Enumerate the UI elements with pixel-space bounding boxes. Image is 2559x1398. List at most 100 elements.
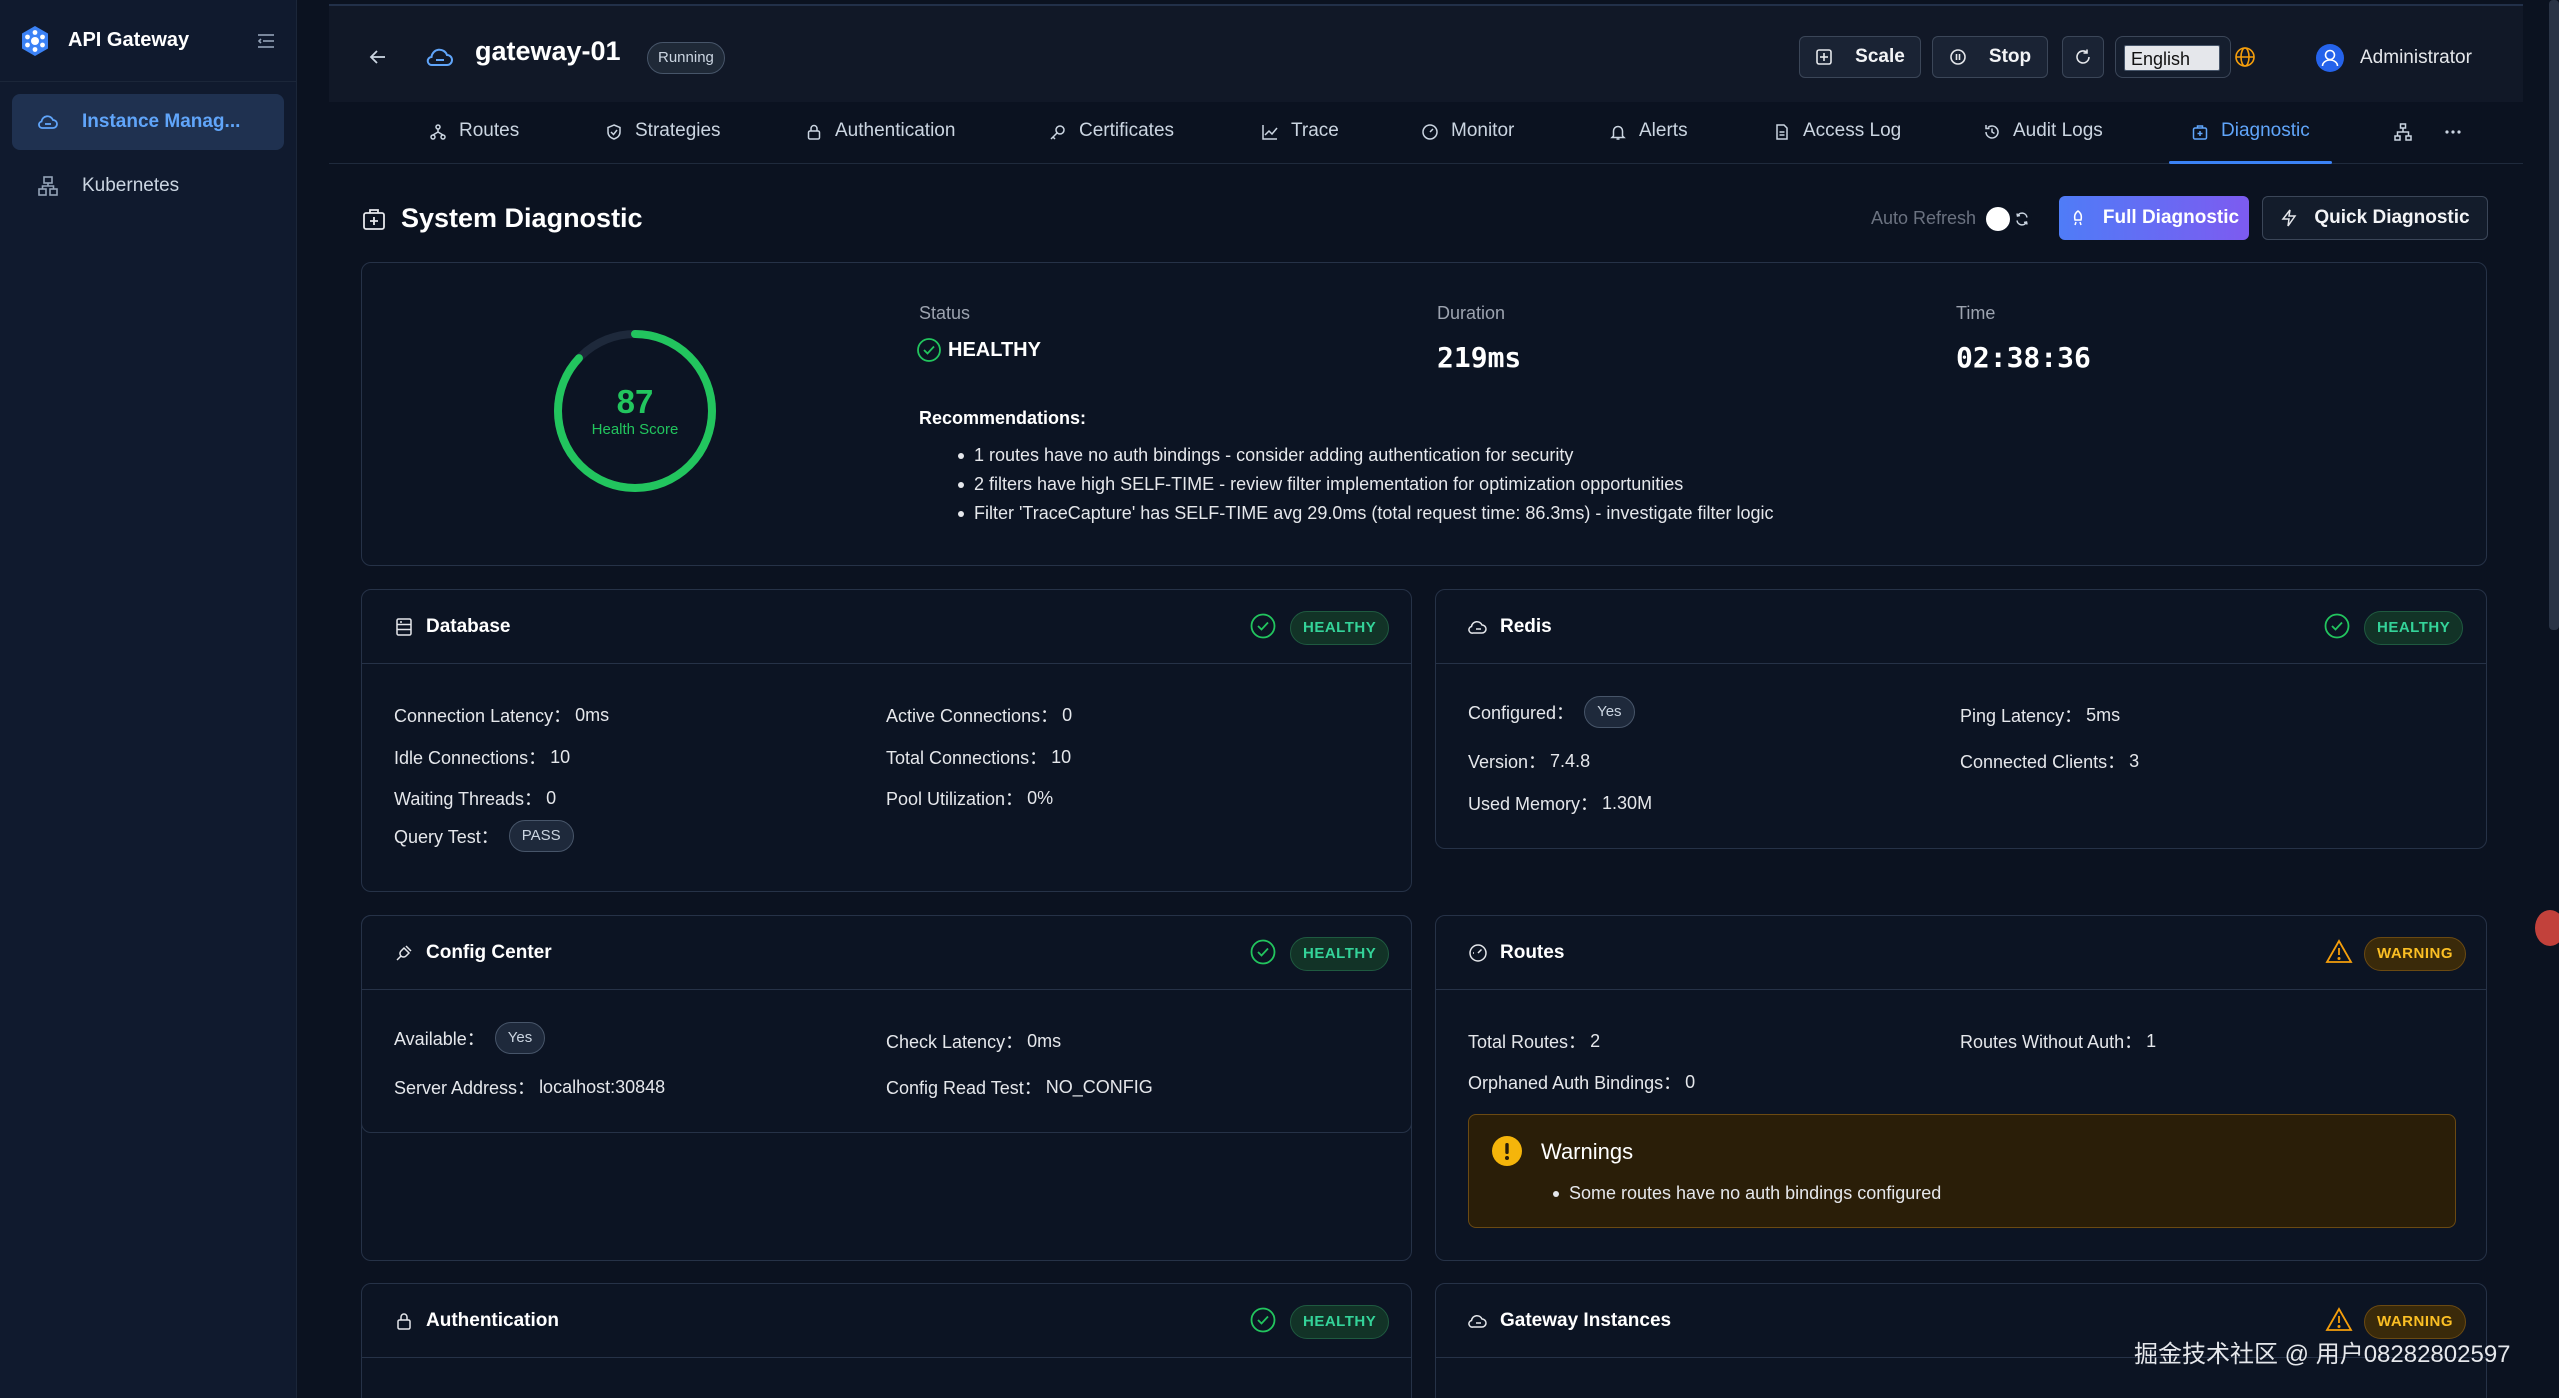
lightning-icon [2281, 209, 2297, 227]
tab-alerts[interactable]: Alerts [1609, 120, 1688, 164]
logo-icon [22, 25, 48, 56]
field-label: Ping Latency： [1960, 706, 2083, 726]
routes-without-auth-field: Routes Without Auth： 1 [1960, 1028, 2156, 1054]
chart-line-icon [1262, 125, 1278, 140]
scale-button[interactable]: Scale [1799, 36, 1921, 78]
tab-trace[interactable]: Trace [1261, 120, 1339, 164]
warning-triangle-icon [2325, 1307, 2353, 1331]
diagnostic-summary-card: 87 Health Score Status HEALTHY Duration … [361, 262, 2487, 566]
field-label: Orphaned Auth Bindings： [1468, 1073, 1682, 1093]
quick-diagnostic-button[interactable]: Quick Diagnostic [2262, 196, 2488, 240]
full-diagnostic-button[interactable]: Full Diagnostic [2059, 196, 2249, 240]
card-title: Redis [1468, 616, 1552, 638]
field-label: Check Latency： [886, 1032, 1024, 1052]
status-text: HEALTHY [948, 338, 1041, 361]
field-label: Config Read Test： [886, 1078, 1042, 1098]
auto-refresh-toggle[interactable] [1986, 207, 2032, 231]
tab-routes[interactable]: Routes [429, 120, 519, 164]
database-icon [396, 618, 412, 636]
status-badge: HEALTHY [1290, 611, 1390, 645]
rocket-icon [2073, 210, 2083, 226]
sidebar-item-label: Kubernetes [82, 175, 180, 196]
gateway-name: gateway-01 [475, 36, 621, 66]
page-scrollbar[interactable] [2549, 0, 2559, 630]
cloud-icon [1468, 1314, 1487, 1328]
tab-bar: Routes Strategies Authentication Certifi… [329, 102, 2523, 164]
config-read-test-field: Config Read Test： NO_CONFIG [886, 1074, 1153, 1100]
field-value: 3 [2129, 750, 2140, 771]
query-test-field: Query Test： PASS [394, 820, 574, 852]
tab-label: Audit Logs [2013, 120, 2103, 141]
field-label: Connected Clients： [1960, 752, 2126, 772]
sidebar-header: API Gateway [0, 0, 296, 82]
globe-icon[interactable] [2234, 46, 2256, 68]
tab-audit-logs[interactable]: Audit Logs [1983, 120, 2103, 164]
document-icon [1776, 124, 1788, 140]
available-field: Available： Yes [394, 1022, 546, 1054]
tab-diagnostic[interactable]: Diagnostic [2169, 120, 2332, 164]
tab-label: Certificates [1079, 120, 1175, 141]
list-item: 2 filters have high SELF-TIME - review f… [958, 474, 1774, 503]
field-value: 0 [1685, 1071, 1696, 1092]
field-label: Total Routes： [1468, 1032, 1587, 1052]
topology-icon[interactable] [2393, 122, 2413, 142]
tab-label: Diagnostic [2221, 120, 2310, 141]
recommendations-list: 1 routes have no auth bindings - conside… [958, 445, 1774, 532]
card-header: Routes WARNING [1436, 916, 2486, 990]
field-value: NO_CONFIG [1045, 1076, 1153, 1097]
page-title: System Diagnostic [361, 203, 643, 234]
available-badge: Yes [494, 1022, 546, 1054]
status-badge: WARNING [2364, 937, 2466, 971]
tab-label: Trace [1291, 120, 1339, 141]
redis-card: Redis HEALTHY Configured： Yes Ping Latenc… [1435, 589, 2487, 849]
sidebar-item-kubernetes[interactable]: Kubernetes [12, 158, 284, 214]
duration-label: Duration [1437, 303, 1506, 323]
card-title: Gateway Instances [1468, 1310, 1671, 1332]
lock-icon [807, 124, 821, 140]
instance-header: gateway-01 Running Scale Stop English Ad… [329, 4, 2523, 102]
tab-monitor[interactable]: Monitor [1421, 120, 1514, 164]
history-icon [1985, 125, 1999, 139]
floating-action-button[interactable] [2535, 910, 2559, 946]
configured-badge: Yes [1584, 696, 1635, 728]
field-value: 0 [546, 787, 557, 808]
more-icon[interactable] [2443, 122, 2463, 142]
tab-access-log[interactable]: Access Log [1773, 120, 1901, 164]
refresh-icon [2076, 49, 2090, 64]
user-name[interactable]: Administrator [2360, 47, 2472, 69]
full-diagnostic-label: Full Diagnostic [2102, 207, 2240, 228]
language-select[interactable]: English [2115, 36, 2231, 78]
card-title: Authentication [394, 1310, 559, 1332]
card-title: Routes [1468, 942, 1564, 964]
field-label: Total Connections： [886, 748, 1048, 768]
user-avatar-icon[interactable] [2316, 44, 2344, 72]
total-routes-field: Total Routes： 2 [1468, 1028, 1600, 1054]
duration-value: 219ms [1437, 341, 1522, 374]
scale-icon [1816, 49, 1832, 65]
ping-latency-field: Ping Latency： 5ms [1960, 702, 2120, 728]
time-value: 02:38:36 [1956, 341, 2091, 374]
field-value: 7.4.8 [1550, 750, 1591, 771]
field-value: 2 [1590, 1030, 1601, 1051]
tab-certificates[interactable]: Certificates [1049, 120, 1174, 164]
toggle-knob [1986, 207, 2010, 231]
sidebar-item-instance-management[interactable]: Instance Manag... [12, 94, 284, 150]
stop-button[interactable]: Stop [1932, 36, 2048, 78]
connection-latency-field: Connection Latency： 0ms [394, 702, 609, 728]
tab-strategies[interactable]: Strategies [605, 120, 721, 164]
field-value: 0% [1027, 787, 1054, 808]
menu-collapse-icon[interactable] [254, 29, 278, 53]
key-icon [1050, 125, 1065, 140]
total-connections-field: Total Connections： 10 [886, 744, 1071, 770]
gauge-icon [1469, 944, 1487, 962]
refresh-button[interactable] [2062, 36, 2104, 78]
database-card: Database HEALTHY Connection Latency： 0ms … [361, 589, 1412, 892]
back-arrow-icon[interactable] [367, 46, 389, 68]
tab-authentication[interactable]: Authentication [805, 120, 955, 164]
health-score-value: 87 [616, 383, 654, 420]
card-title-text: Routes [1500, 942, 1565, 963]
medical-kit-icon [2192, 125, 2208, 140]
exclamation-circle-icon [1492, 1136, 1522, 1166]
language-select-field[interactable]: English [2124, 45, 2220, 71]
health-score-label: Health Score [591, 421, 679, 438]
